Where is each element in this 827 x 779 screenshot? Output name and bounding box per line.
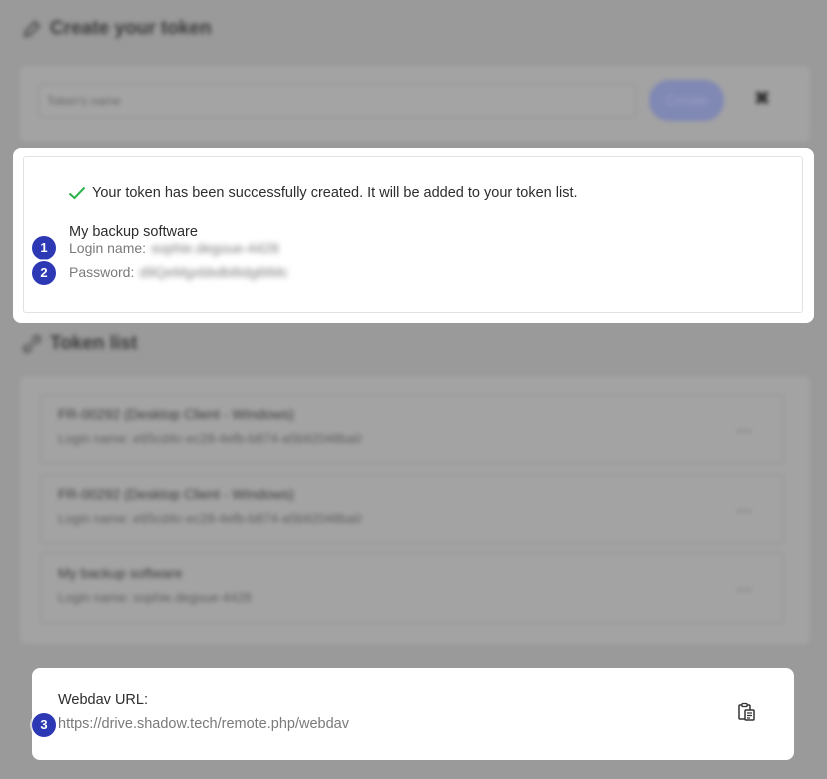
token-item-login: Login name: sophie.degoue-4428 — [58, 590, 252, 605]
token-name-label: My backup software — [69, 224, 198, 240]
clipboard-icon — [738, 702, 755, 721]
create-button[interactable]: Create — [649, 80, 724, 121]
success-message-text: Your token has been successfully created… — [92, 185, 578, 201]
check-icon — [68, 186, 86, 200]
token-created-card: Your token has been successfully created… — [13, 148, 814, 323]
create-token-title: Create your token — [50, 18, 212, 39]
login-name-value[interactable]: sophie.degoue-4428 — [151, 240, 279, 256]
token-item-title: My backup software — [58, 565, 183, 581]
create-token-heading: Create your token — [22, 18, 212, 40]
background-overlay: Create your token Token's name Create ✖ … — [0, 0, 827, 779]
password-label: Password: — [69, 264, 135, 280]
token-list-title: Token list — [50, 333, 138, 354]
link-icon — [23, 335, 41, 353]
step-badge-3: 3 — [32, 713, 56, 737]
webdav-url-card: Webdav URL: https://drive.shadow.tech/re… — [32, 668, 794, 760]
more-menu-icon[interactable]: ... — [737, 499, 753, 517]
webdav-url-label: Webdav URL: — [58, 692, 148, 708]
copy-url-button[interactable] — [735, 701, 757, 723]
pencil-icon — [23, 20, 41, 38]
password-row: Password: d9QeMgxbbdb8idg6tMc — [69, 264, 288, 280]
token-list-heading: Token list — [22, 333, 137, 355]
step-badge-1: 1 — [32, 236, 56, 260]
token-item-login: Login name: e65cd4c-ec28-4efb-b874-a5b92… — [58, 511, 362, 526]
step-badge-2: 2 — [32, 261, 56, 285]
more-menu-icon[interactable]: ... — [737, 578, 753, 596]
success-message: Your token has been successfully created… — [68, 185, 578, 201]
token-list-item[interactable]: FR-00292 (Desktop Client - Windows) Logi… — [40, 394, 784, 464]
more-menu-icon[interactable]: ... — [737, 419, 753, 437]
login-name-label: Login name: — [69, 240, 147, 256]
token-item-title: FR-00292 (Desktop Client - Windows) — [58, 486, 294, 502]
token-item-title: FR-00292 (Desktop Client - Windows) — [58, 406, 294, 422]
token-list-item[interactable]: My backup software Login name: sophie.de… — [40, 553, 784, 623]
webdav-url-value: https://drive.shadow.tech/remote.php/web… — [58, 716, 349, 732]
token-created-inner: Your token has been successfully created… — [23, 156, 803, 313]
close-icon[interactable]: ✖ — [752, 88, 772, 110]
token-name-input[interactable]: Token's name — [38, 84, 636, 118]
token-item-login: Login name: e65cd4c-ec28-4efb-b874-a5b92… — [58, 431, 362, 446]
token-list-item[interactable]: FR-00292 (Desktop Client - Windows) Logi… — [40, 474, 784, 544]
token-name-placeholder: Token's name — [47, 94, 121, 108]
login-name-row: Login name: sophie.degoue-4428 — [69, 240, 279, 256]
password-value[interactable]: d9QeMgxbbdb8idg6tMc — [139, 264, 288, 280]
